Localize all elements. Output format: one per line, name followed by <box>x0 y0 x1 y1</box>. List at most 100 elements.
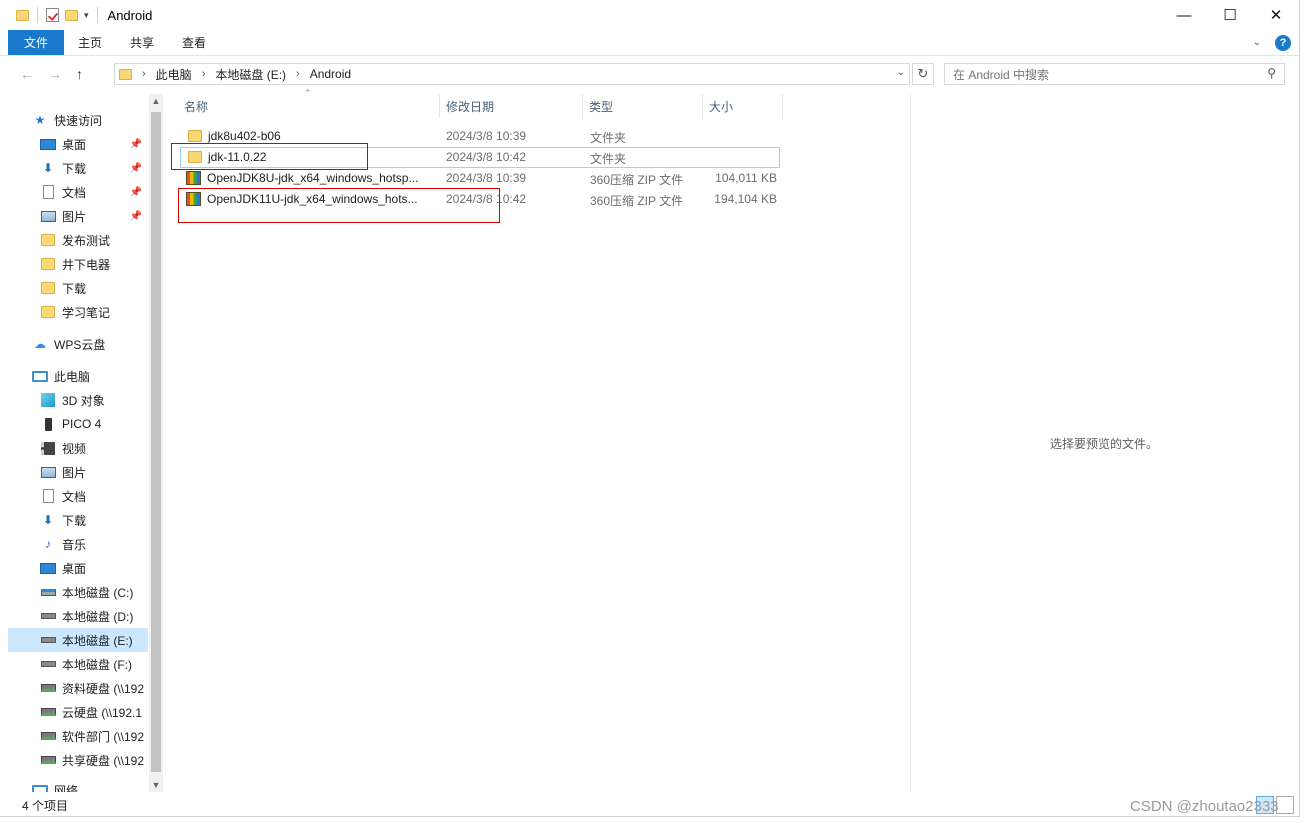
network-drive-icon <box>40 753 56 767</box>
pin-icon[interactable]: 📌 <box>130 139 142 150</box>
column-header-modified[interactable]: 修改日期 <box>440 94 583 118</box>
video-icon <box>40 441 56 455</box>
nav-item-label: 发布测试 <box>62 233 111 248</box>
explorer-window: ▾ Android — ☐ ✕ 文件 主页 共享 查看 ⌄ ? ← → ↑ › <box>0 0 1300 817</box>
nav-documents-pinned[interactable]: 文档 📌 <box>8 180 148 204</box>
nav-item-label: 本地磁盘 (F:) <box>62 657 132 672</box>
nav-network-drive-cloud[interactable]: 云硬盘 (\\192.1 <box>8 700 148 724</box>
scrollbar-thumb[interactable] <box>151 112 161 772</box>
column-header-name[interactable]: 名称 <box>178 94 440 118</box>
picture-icon <box>40 209 56 223</box>
nav-documents[interactable]: 文档 <box>8 484 148 508</box>
nav-item-label: 快速访问 <box>54 113 103 128</box>
search-icon[interactable]: ⚲ <box>1267 66 1276 80</box>
nav-videos[interactable]: 视频 <box>8 436 148 460</box>
file-type: 文件夹 <box>590 131 627 145</box>
help-icon[interactable]: ? <box>1275 34 1291 51</box>
expand-ribbon-chevron-icon[interactable]: ⌄ <box>1253 37 1261 48</box>
file-row[interactable]: OpenJDK8U-jdk_x64_windows_hotsp... 2024/… <box>180 168 780 189</box>
up-arrow-icon[interactable]: ↑ <box>76 66 83 82</box>
network-icon <box>32 783 48 792</box>
column-header-size[interactable]: 大小 <box>703 94 783 118</box>
nav-desktop[interactable]: 桌面 <box>8 556 148 580</box>
nav-item-label: 文档 <box>62 185 87 200</box>
network-drive-icon <box>40 681 56 695</box>
address-bar[interactable]: › 此电脑 › 本地磁盘 (E:) › Android ⌄ <box>114 63 910 85</box>
toolbar-divider <box>37 7 38 23</box>
close-button[interactable]: ✕ <box>1253 0 1299 30</box>
nav-folder-study-notes[interactable]: 学习笔记 <box>8 300 148 324</box>
navigation-pane: ★ 快速访问 桌面 📌 ⬇ 下载 📌 文档 📌 图片 📌 发布测试 井下电器 下… <box>8 94 148 792</box>
ribbon-tabs: 文件 主页 共享 查看 ⌄ ? <box>0 30 1299 56</box>
nav-pictures[interactable]: 图片 <box>8 460 148 484</box>
nav-drive-c[interactable]: 本地磁盘 (C:) <box>8 580 148 604</box>
nav-music[interactable]: ♪ 音乐 <box>8 532 148 556</box>
breadcrumb-separator-icon[interactable]: › <box>296 68 300 80</box>
title-bar: ▾ Android — ☐ ✕ <box>0 0 1299 30</box>
nav-network[interactable]: 网络 <box>8 778 148 792</box>
folder-icon <box>16 9 29 21</box>
nav-item-label: 本地磁盘 (C:) <box>62 585 134 600</box>
nav-folder-release-test[interactable]: 发布测试 <box>8 228 148 252</box>
back-arrow-icon[interactable]: ← <box>20 66 34 82</box>
forward-arrow-icon[interactable]: → <box>48 66 62 82</box>
breadcrumb-drive-e[interactable]: 本地磁盘 (E:) <box>215 66 286 83</box>
nav-downloads-pinned[interactable]: ⬇ 下载 📌 <box>8 156 148 180</box>
tab-file[interactable]: 文件 <box>8 30 64 55</box>
nav-desktop-pinned[interactable]: 桌面 📌 <box>8 132 148 156</box>
refresh-icon[interactable]: ↻ <box>912 63 934 85</box>
file-modified: 2024/3/8 10:39 <box>446 171 527 185</box>
properties-icon[interactable] <box>46 8 59 22</box>
nav-folder-mine-electric[interactable]: 井下电器 <box>8 252 148 276</box>
search-input[interactable]: 在 Android 中搜索 ⚲ <box>944 63 1285 85</box>
computer-icon <box>32 369 48 383</box>
breadcrumb-android[interactable]: Android <box>310 67 351 81</box>
large-icons-view-icon[interactable] <box>1276 796 1294 814</box>
nav-folder-downloads[interactable]: 下载 <box>8 276 148 300</box>
nav-item-label: 下载 <box>62 513 87 528</box>
nav-pico4[interactable]: PICO 4 <box>8 412 148 436</box>
pin-icon[interactable]: 📌 <box>130 187 142 198</box>
tab-view[interactable]: 查看 <box>168 30 220 55</box>
column-header-type[interactable]: 类型 <box>583 94 703 118</box>
nav-3d-objects[interactable]: 3D 对象 <box>8 388 148 412</box>
tab-share[interactable]: 共享 <box>116 30 168 55</box>
new-folder-icon[interactable] <box>65 9 78 21</box>
customize-toolbar-arrow-icon[interactable]: ▾ <box>84 10 89 21</box>
file-name-cell: jdk8u402-b06 <box>188 129 440 143</box>
nav-this-pc[interactable]: 此电脑 <box>8 364 148 388</box>
breadcrumb: › 此电脑 › 本地磁盘 (E:) › Android <box>119 66 351 83</box>
nav-item-label: 视频 <box>62 441 87 456</box>
nav-drive-d[interactable]: 本地磁盘 (D:) <box>8 604 148 628</box>
nav-item-label: 云硬盘 (\\192.1 <box>62 705 143 720</box>
breadcrumb-separator-icon[interactable]: › <box>142 68 146 80</box>
pin-icon[interactable]: 📌 <box>130 211 142 222</box>
cloud-icon: ☁ <box>34 337 46 351</box>
nav-network-drive-shared[interactable]: 共享硬盘 (\\192 <box>8 748 148 772</box>
address-history-chevron-icon[interactable]: ⌄ <box>897 67 905 78</box>
nav-item-label: 下载 <box>62 281 87 296</box>
zip-icon <box>186 171 201 185</box>
phone-icon <box>40 417 56 431</box>
nav-wps-cloud[interactable]: ☁ WPS云盘 <box>8 332 148 356</box>
tab-home[interactable]: 主页 <box>64 30 116 55</box>
maximize-button[interactable]: ☐ <box>1207 0 1253 30</box>
scroll-up-arrow-icon[interactable]: ▲ <box>149 96 163 106</box>
breadcrumb-this-pc[interactable]: 此电脑 <box>156 66 192 83</box>
nav-drive-e[interactable]: 本地磁盘 (E:) <box>8 628 148 652</box>
breadcrumb-separator-icon[interactable]: › <box>202 68 206 80</box>
nav-quick-access[interactable]: ★ 快速访问 <box>8 108 148 132</box>
nav-downloads[interactable]: ⬇ 下载 <box>8 508 148 532</box>
nav-item-label: 此电脑 <box>54 369 91 384</box>
nav-pane-scrollbar[interactable]: ▲ ▼ <box>149 94 163 792</box>
file-list: ⌃ 名称 修改日期 类型 大小 jdk8u402-b06 2024/3/8 10… <box>170 88 910 792</box>
minimize-button[interactable]: — <box>1161 0 1207 30</box>
nav-pictures-pinned[interactable]: 图片 📌 <box>8 204 148 228</box>
nav-item-label: WPS云盘 <box>54 337 106 352</box>
scroll-down-arrow-icon[interactable]: ▼ <box>149 780 163 790</box>
document-icon <box>40 185 56 199</box>
pin-icon[interactable]: 📌 <box>130 163 142 174</box>
nav-drive-f[interactable]: 本地磁盘 (F:) <box>8 652 148 676</box>
nav-network-drive-data[interactable]: 资料硬盘 (\\192 <box>8 676 148 700</box>
nav-network-drive-software[interactable]: 软件部门 (\\192 <box>8 724 148 748</box>
